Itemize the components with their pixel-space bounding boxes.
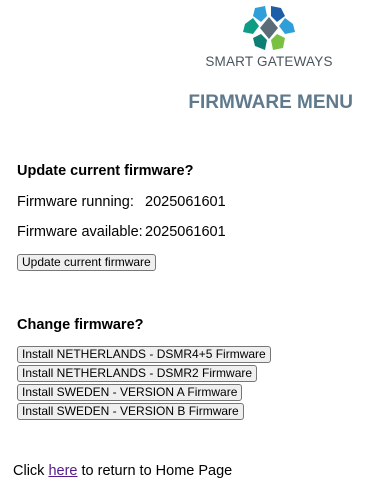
diamond-logo-icon xyxy=(243,6,295,50)
firmware-running-label: Firmware running: xyxy=(17,194,134,210)
firmware-available-row: Firmware available: 2025061601 xyxy=(17,224,226,240)
brand-logo: SMART GATEWAYS xyxy=(205,4,333,70)
page-title: FIRMWARE MENU xyxy=(188,92,353,113)
firmware-available-value: 2025061601 xyxy=(145,224,226,240)
update-firmware-button[interactable]: Update current firmware xyxy=(17,254,156,271)
firmware-running-row: Firmware running: 2025061601 xyxy=(17,194,226,210)
install-se-version-a-button[interactable]: Install SWEDEN - VERSION A Firmware xyxy=(17,384,243,401)
return-home-footer: Click here to return to Home Page xyxy=(13,463,232,479)
install-nl-dsmr2-button[interactable]: Install NETHERLANDS - DSMR2 Firmware xyxy=(17,365,258,382)
install-se-version-b-button[interactable]: Install SWEDEN - VERSION B Firmware xyxy=(17,403,244,420)
footer-suffix: to return to Home Page xyxy=(77,463,233,479)
change-section-heading: Change firmware? xyxy=(17,317,144,333)
brand-name: SMART GATEWAYS xyxy=(205,54,333,69)
install-nl-dsmr45-button[interactable]: Install NETHERLANDS - DSMR4+5 Firmware xyxy=(17,346,271,363)
firmware-available-label: Firmware available: xyxy=(17,224,143,240)
firmware-running-value: 2025061601 xyxy=(145,194,226,210)
footer-prefix: Click xyxy=(13,463,49,479)
update-section-heading: Update current firmware? xyxy=(17,163,194,179)
return-home-link[interactable]: here xyxy=(48,463,77,479)
